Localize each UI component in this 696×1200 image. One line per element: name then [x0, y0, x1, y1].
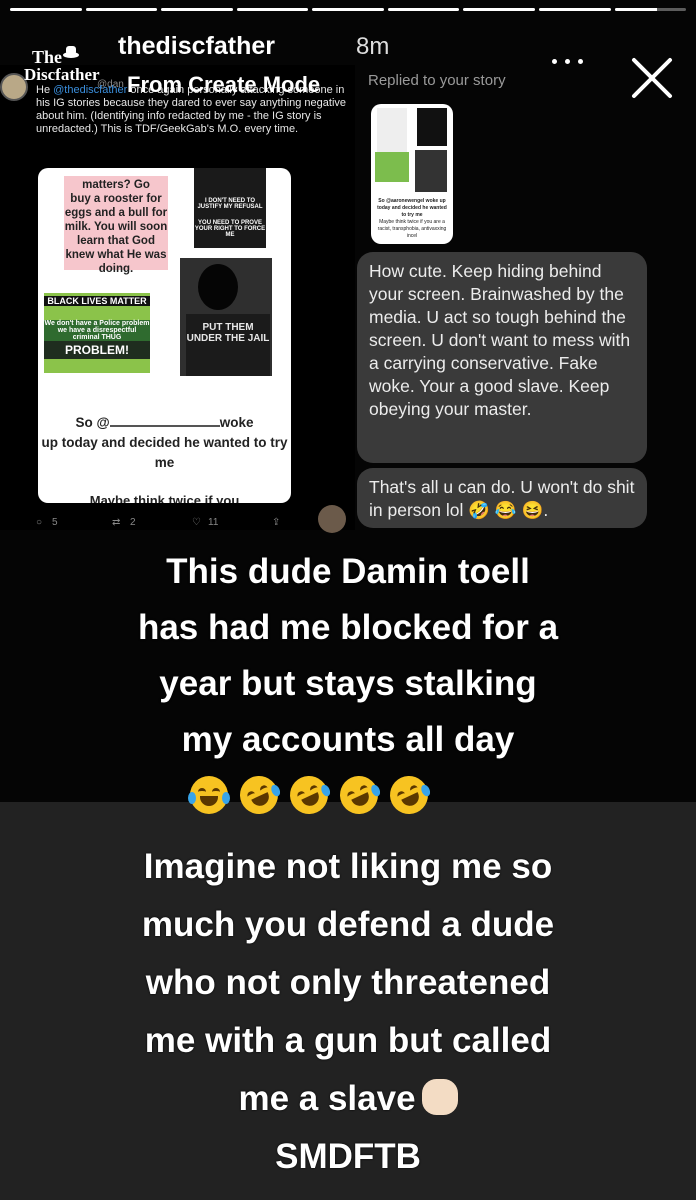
- face-with-tears-of-joy-icon: [188, 776, 230, 814]
- story-viewer: @dan He @thediscfather once again person…: [0, 0, 696, 1200]
- hat-icon: [63, 46, 79, 58]
- progress-segment-fill: [10, 8, 82, 11]
- rolling-on-floor-laughing-icon: [233, 769, 285, 821]
- tweet-media-image: matters? Go buy a rooster for eggs and a…: [38, 168, 291, 503]
- like-icon: ♡: [192, 517, 201, 528]
- progress-segment: [236, 8, 309, 11]
- progress-segment: [10, 8, 82, 11]
- rolling-on-floor-laughing-icon: [383, 769, 435, 821]
- share-icon: ⇪: [272, 517, 281, 528]
- redacted-face: [198, 264, 238, 310]
- story-subtitle[interactable]: From Create Mode: [127, 72, 320, 98]
- discfather-logo: The Discfather: [24, 42, 100, 102]
- blm-image: BLACK LIVES MATTER We don't have a Polic…: [44, 293, 150, 373]
- progress-segment: [614, 8, 687, 11]
- embedded-tweet-screenshot: @dan He @thediscfather once again person…: [0, 65, 355, 530]
- clapping-hands-icon: [421, 1078, 458, 1115]
- story-username[interactable]: thediscfather: [118, 32, 275, 61]
- story-text-overlay-bottom: Imagine not liking me so much you defend…: [141, 847, 555, 1176]
- progress-segment: [387, 8, 460, 11]
- meme-image: I DON'T NEED TO JUSTIFY MY REFUSAL YOU N…: [194, 168, 266, 248]
- tweet-media-caption-cut: Maybe think twice if you: [89, 493, 240, 503]
- more-horizontal-icon[interactable]: [552, 51, 584, 71]
- redacted-name: [109, 414, 220, 427]
- progress-segment-fill: [387, 8, 460, 11]
- story-reply-thumbnail: So @aaronewengel woke up today and decid…: [371, 104, 453, 244]
- story-header: The Discfather thediscfather 8m From Cre…: [0, 16, 696, 106]
- progress-segment-fill: [85, 8, 158, 11]
- tweet-actions: ○ 5 ⇄ 2 ♡ 11 ⇪: [36, 517, 281, 528]
- tweet-media-caption: So @ woke up today and decided he wanted …: [41, 414, 288, 470]
- progress-segment-fill: [538, 8, 611, 11]
- progress-segment-fill: [161, 8, 233, 11]
- sender-avatar: [318, 505, 346, 533]
- progress-segment: [161, 8, 233, 11]
- rolling-on-floor-laughing-icon: [333, 769, 385, 821]
- rolling-on-floor-laughing-icon: [283, 769, 335, 821]
- progress-segment: [463, 8, 535, 11]
- retweet-icon: ⇄: [112, 517, 121, 528]
- person-photo: PUT THEM UNDER THE JAIL: [180, 258, 272, 376]
- progress-segment: [312, 8, 384, 11]
- emoji-row: [188, 769, 510, 821]
- pink-note-image: matters? Go buy a rooster for eggs and a…: [64, 176, 168, 275]
- reply-icon: ○: [36, 517, 43, 528]
- progress-segment-fill: [236, 8, 309, 11]
- story-text-overlay-top: This dude Damin toell has had me blocked…: [137, 552, 559, 759]
- progress-segment: [85, 8, 158, 11]
- progress-segment-fill: [312, 8, 384, 11]
- close-icon[interactable]: [630, 56, 674, 100]
- progress-segment-fill: [614, 8, 658, 11]
- dm-message-bubble: How cute. Keep hiding behind your screen…: [357, 252, 647, 463]
- dm-message-bubble: That's all u can do. U won't do shit in …: [357, 468, 647, 528]
- progress-segment-fill: [463, 8, 535, 11]
- story-progress-bar: [10, 8, 687, 12]
- story-timestamp: 8m: [356, 33, 390, 60]
- progress-segment: [538, 8, 611, 11]
